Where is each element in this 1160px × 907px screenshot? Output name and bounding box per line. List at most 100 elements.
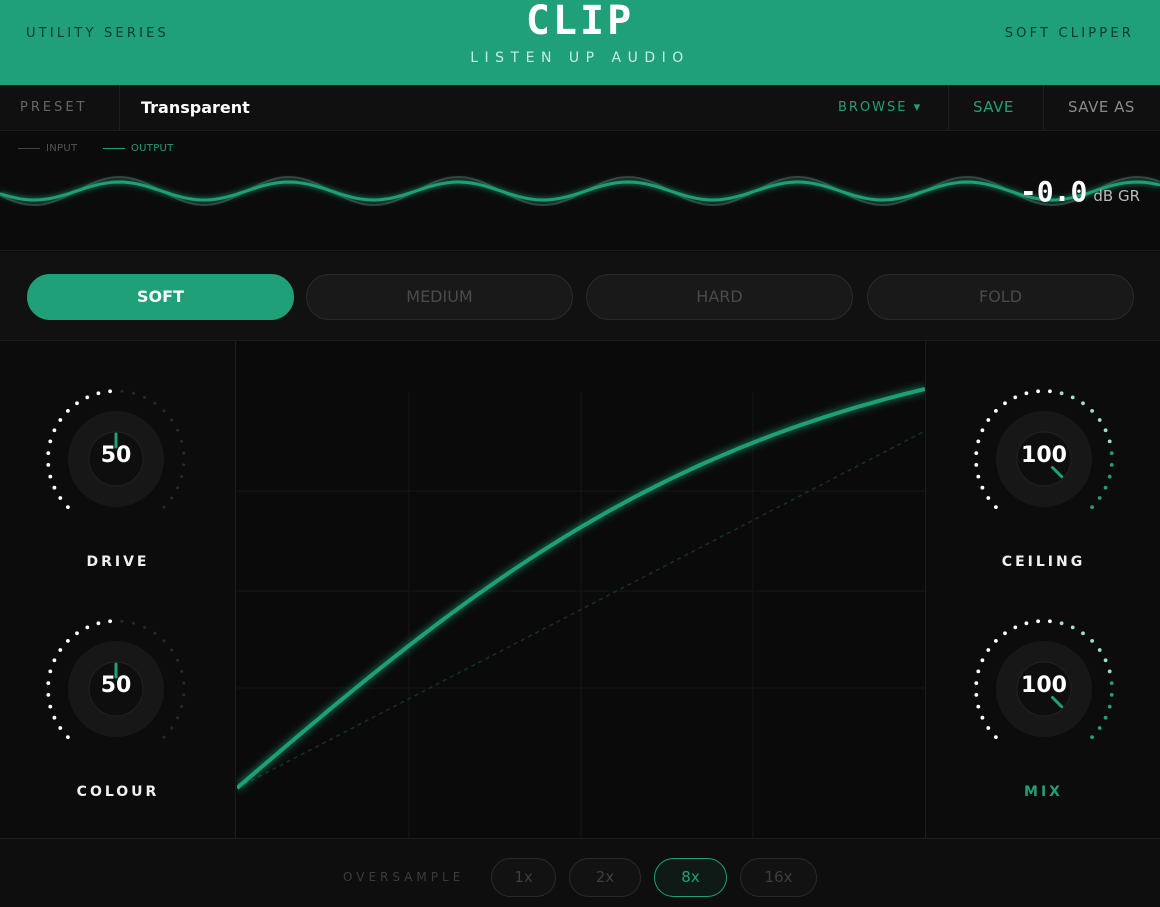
knob-scale-dot: [143, 625, 147, 629]
mode-medium-button[interactable]: MEDIUM: [306, 274, 573, 320]
gain-reduction-unit: dB GR: [1093, 187, 1140, 205]
knob-scale-dot: [1081, 401, 1085, 406]
knob-scale-dot: [976, 669, 981, 674]
transfer-curve-svg: [237, 387, 925, 838]
knob-scale-dot: [1107, 474, 1112, 479]
knob-scale-dot: [1109, 463, 1114, 467]
knob-scale-dot: [85, 625, 90, 630]
knob-scale-dot: [170, 496, 174, 500]
knob-scale-dot: [46, 693, 51, 697]
knob-scale-dot: [1070, 625, 1075, 630]
knob-scale-dot: [1013, 395, 1018, 400]
header-bar: UTILITY SERIES CLIP LISTEN UP AUDIO SOFT…: [0, 0, 1160, 85]
oversample-2x-button[interactable]: 2x: [569, 858, 641, 897]
knob-scale-dot: [980, 715, 985, 720]
knob-scale-dot: [180, 475, 184, 479]
knob-scale-dot: [132, 391, 136, 395]
knob-scale-dot: [1081, 631, 1085, 636]
knob-scale-dot: [170, 648, 174, 652]
knob-scale-dot: [46, 463, 51, 467]
knob-scale-dot: [176, 486, 180, 490]
knob-scale-dot: [1109, 451, 1114, 455]
drive-knob[interactable]: 50: [36, 379, 196, 539]
knob-scale-dot: [1024, 621, 1029, 626]
knob-scale-dot: [48, 474, 53, 479]
knob-scale-dot: [182, 681, 186, 685]
knob-scale-dot: [1097, 496, 1102, 500]
mix-label: MIX: [1024, 784, 1063, 800]
knob-scale-dot: [974, 463, 979, 467]
vendor-name: LISTEN UP AUDIO: [470, 50, 690, 66]
knob-scale-dot: [1048, 619, 1052, 624]
knob-scale-dot: [170, 418, 174, 422]
knob-scale-dot: [980, 428, 985, 433]
knob-scale-dot: [120, 619, 124, 623]
knob-scale-dot: [120, 389, 124, 393]
knob-scale-dot: [974, 681, 979, 685]
knob-scale-dot: [182, 451, 186, 455]
knob-scale-dot: [66, 639, 70, 643]
oversample-1x-button[interactable]: 1x: [491, 858, 556, 897]
ceiling-knob[interactable]: 100: [964, 379, 1124, 539]
save-button[interactable]: SAVE: [973, 98, 1014, 116]
knob-scale-dot: [153, 401, 157, 405]
knob-scale-dot: [1059, 621, 1064, 626]
knob-scale-dot: [58, 648, 63, 652]
knob-scale-dot: [1103, 428, 1108, 433]
knob-scale-dot: [1109, 681, 1114, 685]
oversample-8x-button[interactable]: 8x: [654, 858, 727, 897]
knob-scale-dot: [1036, 389, 1040, 394]
knob-scale-dot: [58, 496, 63, 500]
knob-scale-dot: [48, 439, 53, 444]
divider: [119, 85, 120, 131]
knob-scale-dot: [974, 451, 979, 455]
preset-name[interactable]: Transparent: [141, 98, 250, 117]
colour-knob[interactable]: 50: [36, 609, 196, 769]
knob-scale-dot: [1003, 401, 1007, 406]
knob-scale-dot: [1024, 391, 1029, 396]
knob-scale-dot: [58, 418, 63, 422]
knob-scale-dot: [162, 505, 166, 509]
knob-scale-dot: [1090, 409, 1094, 413]
knob-scale-dot: [994, 409, 998, 413]
main-panel: 50 DRIVE 50 COLOUR 100 CEILING 100 MIX: [0, 341, 1160, 838]
knob-scale-dot: [48, 669, 53, 674]
knob-scale-dot: [162, 735, 166, 739]
gain-reduction-readout: -0.0 dB GR: [1020, 175, 1140, 208]
mix-knob[interactable]: 100: [964, 609, 1124, 769]
divider: [948, 85, 949, 131]
mode-soft-button[interactable]: SOFT: [27, 274, 294, 320]
drive-knob-graphic: [46, 389, 186, 509]
knob-scale-dot: [66, 505, 70, 509]
knob-scale-dot: [976, 474, 981, 479]
knob-body: [1016, 431, 1072, 487]
browse-button[interactable]: BROWSE ▾: [838, 100, 922, 115]
save-as-button[interactable]: SAVE AS: [1068, 98, 1135, 116]
knob-scale-dot: [1013, 625, 1018, 630]
knob-scale-dot: [52, 715, 57, 720]
colour-label: COLOUR: [76, 784, 160, 800]
knob-scale-dot: [994, 735, 998, 739]
drive-label: DRIVE: [86, 554, 150, 570]
knob-scale-dot: [182, 463, 186, 467]
knob-scale-dot: [58, 726, 63, 730]
knob-scale-dot: [1097, 726, 1102, 730]
knob-scale-dot: [48, 704, 53, 709]
right-knob-column: 100 CEILING 100 MIX: [925, 341, 1160, 838]
clip-mode-selector: SOFT MEDIUM HARD FOLD: [0, 252, 1160, 341]
knob-scale-dot: [1097, 418, 1102, 422]
curve-grid: [237, 391, 925, 838]
mode-fold-button[interactable]: FOLD: [867, 274, 1134, 320]
colour-knob-graphic: [46, 619, 186, 739]
gain-reduction-value: -0.0: [1019, 175, 1088, 208]
mode-hard-button[interactable]: HARD: [586, 274, 853, 320]
knob-scale-dot: [1059, 391, 1064, 396]
left-knob-column: 50 DRIVE 50 COLOUR: [0, 341, 236, 838]
knob-scale-dot: [176, 658, 180, 662]
oversample-bar: OVERSAMPLE 1x 2x 8x 16x: [0, 838, 1160, 907]
knob-body: [1016, 661, 1072, 717]
oversample-16x-button[interactable]: 16x: [740, 858, 817, 897]
ceiling-knob-graphic: [974, 389, 1114, 509]
ceiling-label: CEILING: [1001, 554, 1086, 570]
knob-scale-dot: [976, 704, 981, 709]
